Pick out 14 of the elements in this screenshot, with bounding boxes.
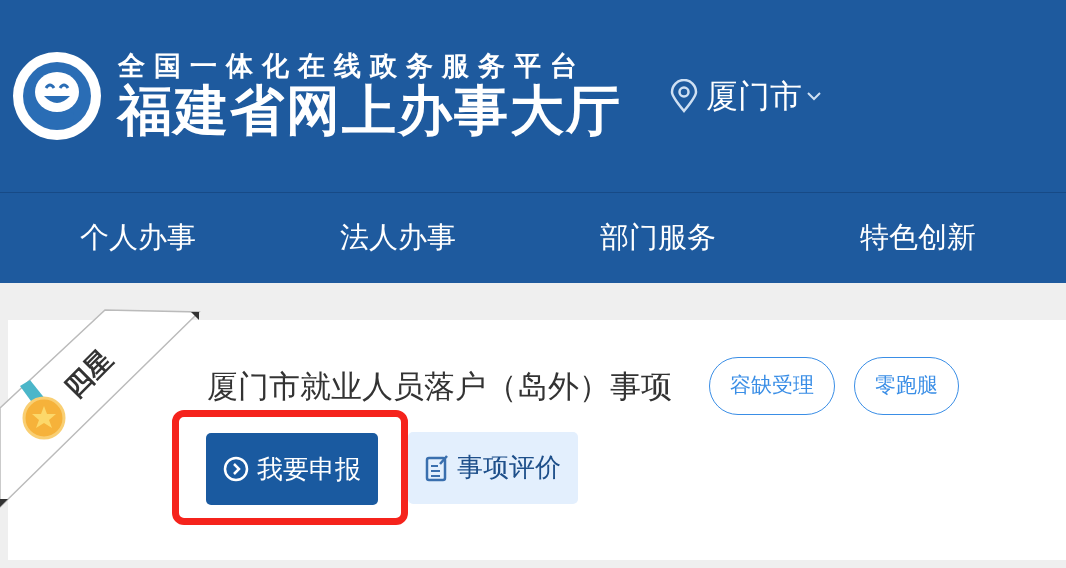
platform-subtitle: 全国一体化在线政务服务平台	[118, 51, 587, 82]
nav-link[interactable]: 部门服务	[528, 216, 788, 260]
location-pin-icon	[670, 79, 698, 113]
document-edit-icon	[425, 453, 449, 482]
nav-link[interactable]: 特色创新	[788, 216, 1048, 260]
nav-link[interactable]: 法人办事	[268, 216, 528, 260]
apply-button[interactable]: 我要申报	[206, 433, 378, 505]
site-title: 福建省网上办事大厅	[118, 81, 622, 141]
rate-button[interactable]: 事项评价	[408, 431, 578, 504]
service-title: 厦门市就业人员落户（岛外）事项	[207, 366, 672, 406]
chevron-circle-icon	[223, 456, 249, 482]
city-selector[interactable]: 厦门市	[670, 72, 822, 120]
caret-icon	[806, 91, 822, 101]
nav-link[interactable]: 个人办事	[8, 216, 268, 260]
